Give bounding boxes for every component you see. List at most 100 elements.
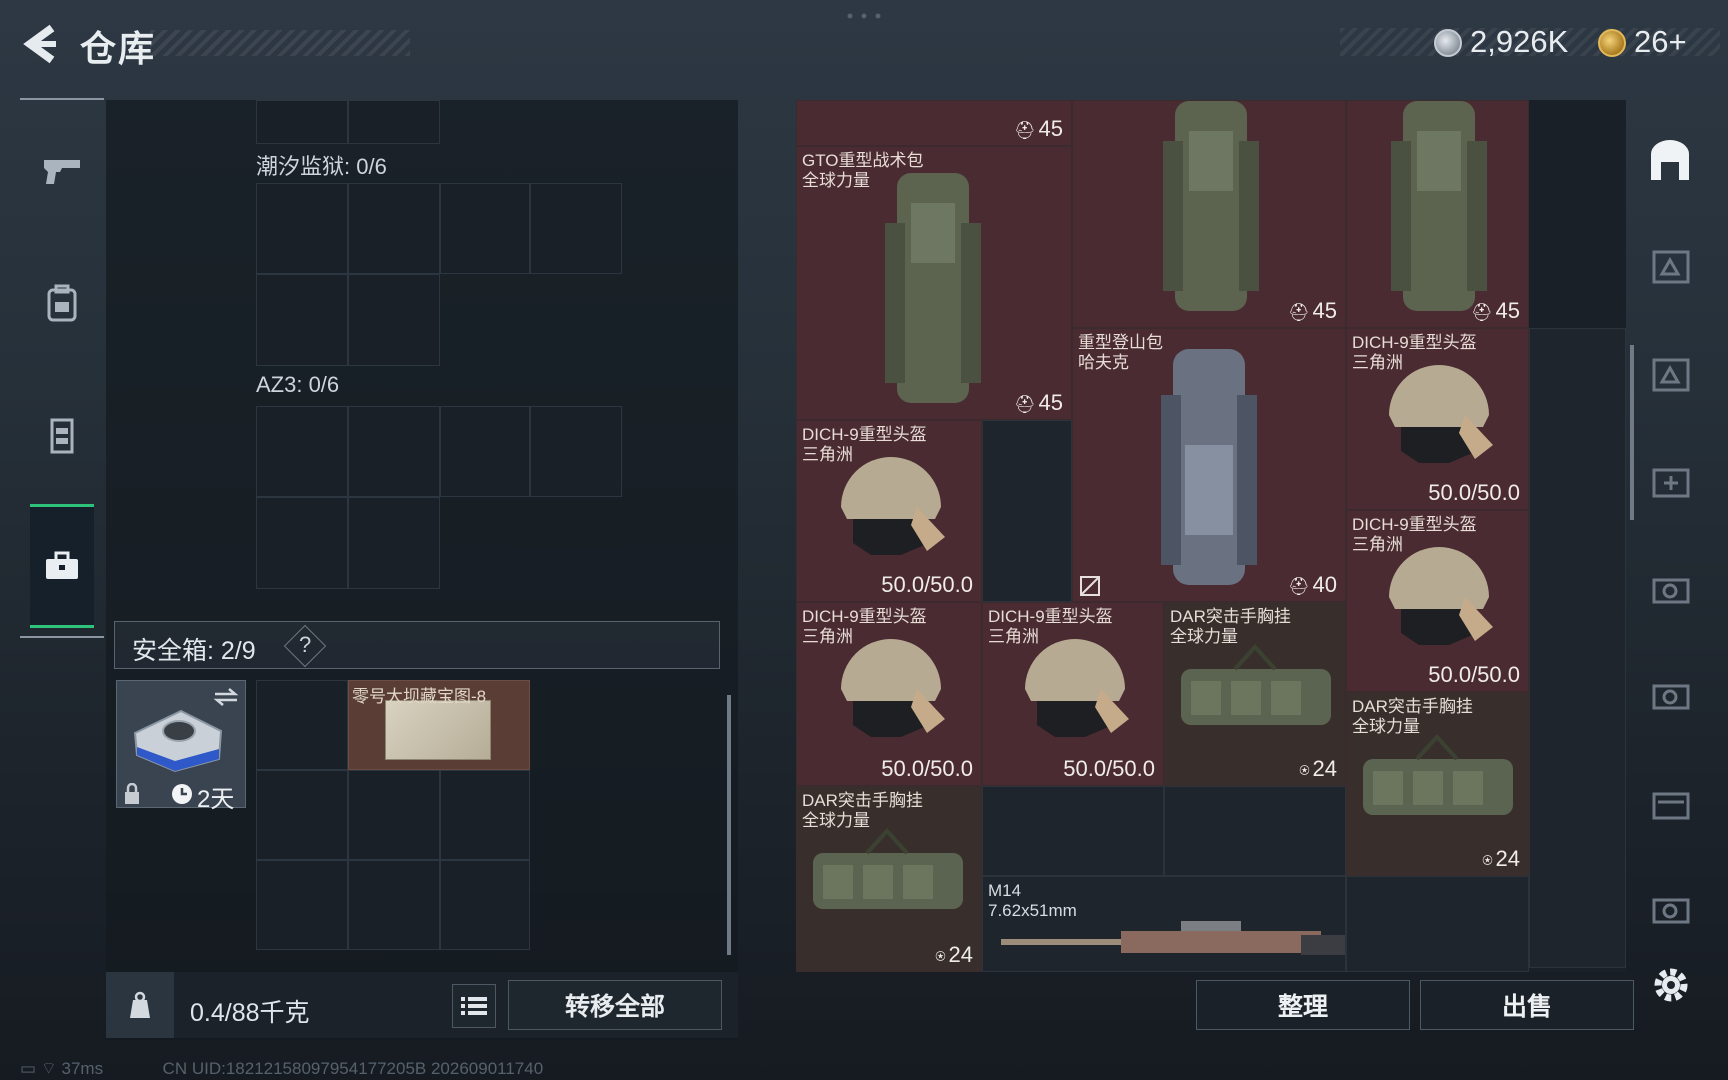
inventory-item-m14-rifle[interactable]: M14 7.62x51mm bbox=[982, 876, 1346, 972]
nav-tab-weapons[interactable] bbox=[20, 116, 104, 226]
grid-slot[interactable] bbox=[256, 770, 348, 860]
signal-icon: ▭ ⌔ bbox=[20, 1059, 62, 1078]
grid-slot[interactable] bbox=[256, 406, 348, 497]
gold-coin-icon bbox=[1598, 29, 1626, 57]
warehouse-page-1-button[interactable] bbox=[1646, 136, 1694, 184]
inventory-item-helmet[interactable]: DICH-9重型头盔 三角洲 50.0/50.0 bbox=[1346, 510, 1529, 692]
grid-slot[interactable] bbox=[440, 406, 530, 497]
nav-tab-backpack[interactable] bbox=[20, 248, 104, 358]
sell-button[interactable]: 出售 bbox=[1420, 980, 1634, 1030]
grid-slot[interactable] bbox=[348, 274, 440, 366]
item-value: 24 bbox=[948, 942, 973, 967]
silver-currency-value: 2,926K bbox=[1470, 24, 1569, 59]
item-brand: 三角洲 bbox=[1352, 535, 1403, 554]
backpack-picture bbox=[1391, 101, 1487, 311]
inventory-item-helmet[interactable]: DICH-9重型头盔 三角洲 50.0/50.0 bbox=[982, 602, 1164, 786]
back-arrow-icon[interactable] bbox=[20, 22, 60, 66]
inventory-item-helmet[interactable]: DICH-9重型头盔 三角洲 50.0/50.0 bbox=[796, 602, 982, 786]
grid-slot[interactable] bbox=[256, 860, 348, 950]
warehouse-inventory-grid: ⛑ 45 GTO重型战术包 全球力量 ⛑ 45 ⛑ 45 ⛑ 45 重型登山包 哈夫克 bbox=[796, 100, 1626, 972]
chest-rig-picture bbox=[1363, 734, 1513, 815]
warehouse-page-bar bbox=[1636, 100, 1704, 972]
grid-slot[interactable] bbox=[1346, 876, 1529, 972]
inventory-item-chest-rig[interactable]: DAR突击手胸挂 全球力量 ⍟ 24 bbox=[1164, 602, 1346, 786]
inventory-scrollbar[interactable] bbox=[1630, 345, 1634, 520]
inventory-item-gto-backpack[interactable]: ⛑ 45 bbox=[1346, 100, 1529, 328]
transfer-all-button[interactable]: 转移全部 bbox=[508, 980, 722, 1030]
backpack-weight-icon: ⛑ bbox=[1470, 303, 1493, 322]
inventory-item-chest-rig[interactable]: DAR突击手胸挂 全球力量 ⍟ 24 bbox=[1346, 692, 1529, 876]
item-brand: 三角洲 bbox=[1352, 353, 1403, 372]
grid-slot[interactable] bbox=[348, 183, 440, 274]
grid-slot[interactable] bbox=[1529, 328, 1626, 968]
item-name: DICH-9重型头盔 bbox=[988, 607, 1113, 626]
inventory-item-chest-rig[interactable]: DAR突击手胸挂 全球力量 ⍟ 24 bbox=[796, 786, 982, 972]
item-name: DICH-9重型头盔 bbox=[802, 425, 927, 444]
grid-slot[interactable] bbox=[348, 100, 440, 144]
ammo-case-icon bbox=[1652, 578, 1690, 604]
item-name: DICH-9重型头盔 bbox=[802, 607, 927, 626]
item-brand: 全球力量 bbox=[1352, 717, 1420, 736]
inventory-item-gto-backpack[interactable]: ⛑ 45 bbox=[1072, 100, 1346, 328]
swap-icon[interactable] bbox=[213, 687, 239, 707]
briefcase-icon bbox=[46, 551, 78, 579]
grid-slot[interactable] bbox=[348, 497, 440, 589]
warehouse-page-7-button[interactable] bbox=[1646, 780, 1694, 828]
inventory-item-gto-backpack[interactable]: GTO重型战术包 全球力量 ⛑ 45 bbox=[796, 146, 1072, 420]
secure-case-picture bbox=[133, 709, 223, 773]
backpack-picture bbox=[1161, 349, 1257, 585]
grid-slot[interactable] bbox=[982, 786, 1164, 876]
clock-icon bbox=[172, 784, 192, 804]
silver-coin-icon bbox=[1434, 29, 1462, 57]
inventory-item-helmet[interactable]: DICH-9重型头盔 三角洲 50.0/50.0 bbox=[1346, 328, 1529, 510]
uid-text: CN UID:18212158097954177205B 20260901174… bbox=[162, 1059, 544, 1078]
nav-bottom-line bbox=[20, 636, 104, 638]
nav-tab-secure-case[interactable] bbox=[30, 504, 94, 628]
expansion-case-icon bbox=[1652, 250, 1690, 284]
grid-slot[interactable] bbox=[256, 497, 348, 589]
list-view-button[interactable] bbox=[452, 984, 496, 1028]
inventory-item-helmet[interactable]: DICH-9重型头盔 三角洲 50.0/50.0 bbox=[796, 420, 982, 602]
warehouse-page-5-button[interactable] bbox=[1646, 566, 1694, 614]
item-brand: 全球力量 bbox=[802, 171, 870, 190]
warehouse-page-6-button[interactable] bbox=[1646, 672, 1694, 720]
sort-button[interactable]: 整理 bbox=[1196, 980, 1410, 1030]
item-value: 24 bbox=[1312, 756, 1337, 781]
gear-icon[interactable] bbox=[1650, 964, 1692, 1006]
grid-slot[interactable] bbox=[530, 183, 622, 274]
warehouse-page-8-button[interactable] bbox=[1646, 886, 1694, 934]
grid-slot[interactable] bbox=[256, 183, 348, 274]
warehouse-page-3-button[interactable] bbox=[1646, 350, 1694, 398]
grid-slot[interactable] bbox=[1164, 786, 1346, 876]
grid-slot[interactable] bbox=[256, 680, 348, 770]
inventory-item-mountain-backpack[interactable]: 重型登山包 哈夫克 ⛑ 40 bbox=[1072, 328, 1346, 602]
grid-slot[interactable] bbox=[348, 860, 440, 950]
grid-slot[interactable] bbox=[348, 406, 440, 497]
gold-currency-value[interactable]: 26+ bbox=[1634, 24, 1687, 60]
secure-case-item[interactable]: 2天 bbox=[116, 680, 246, 813]
container-label-tide-prison: 潮汐监狱: 0/6 bbox=[256, 154, 387, 179]
grid-slot[interactable] bbox=[440, 860, 530, 950]
grid-slot[interactable] bbox=[982, 420, 1072, 602]
left-scrollbar[interactable] bbox=[727, 695, 731, 955]
pistol-icon bbox=[44, 160, 80, 184]
chest-rig-picture bbox=[813, 828, 963, 909]
grid-slot[interactable] bbox=[348, 770, 440, 860]
grid-slot[interactable] bbox=[440, 770, 530, 860]
expansion-case-icon bbox=[1652, 358, 1690, 392]
grid-slot[interactable] bbox=[530, 406, 622, 497]
inventory-item-backpack[interactable]: ⛑ 45 bbox=[796, 100, 1072, 146]
grid-slot[interactable] bbox=[256, 100, 348, 144]
grid-slot[interactable] bbox=[440, 183, 530, 274]
weight-lock-button[interactable] bbox=[106, 972, 174, 1038]
backpack-picture bbox=[885, 173, 981, 403]
grid-slot[interactable] bbox=[256, 274, 348, 366]
nav-tab-vest[interactable] bbox=[20, 380, 104, 490]
treasure-map-label: 零号大坝藏宝图-8 bbox=[352, 687, 487, 706]
item-name: DAR突击手胸挂 bbox=[1352, 697, 1473, 716]
item-brand: 全球力量 bbox=[802, 811, 870, 830]
warehouse-page-4-button[interactable] bbox=[1646, 458, 1694, 506]
secure-case-label: 安全箱: 2/9 bbox=[132, 637, 256, 665]
item-value: 24 bbox=[1495, 846, 1520, 871]
warehouse-page-2-button[interactable] bbox=[1646, 242, 1694, 290]
